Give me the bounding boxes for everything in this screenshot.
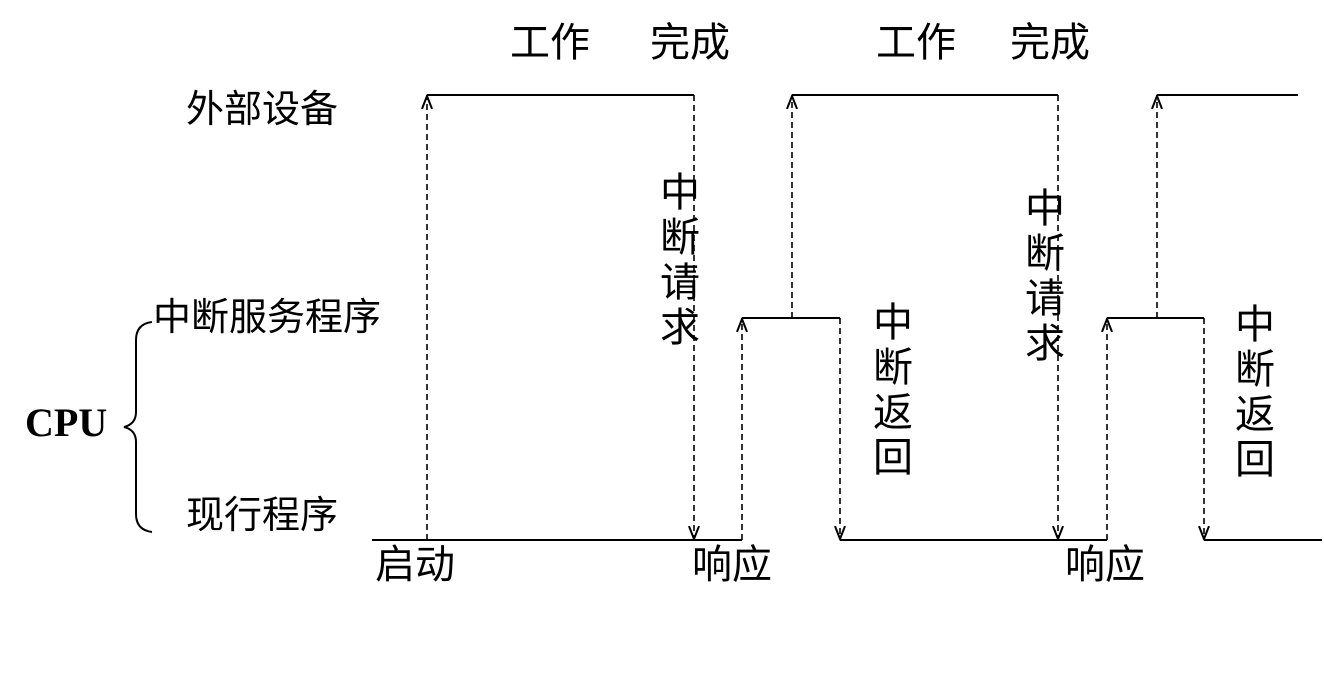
row-label-isr: 中断服务程序 xyxy=(153,295,381,339)
label-start: 启动 xyxy=(375,542,455,588)
label-work-1: 工作 xyxy=(510,20,590,66)
row-label-cpu: CPU xyxy=(25,400,107,445)
label-respond-1: 响应 xyxy=(692,542,772,588)
label-interrupt-return-1: 中断返回 xyxy=(873,300,913,481)
label-done-1: 完成 xyxy=(650,20,730,66)
cpu-brace xyxy=(123,321,153,533)
label-interrupt-request-2: 中断请求 xyxy=(1025,186,1065,367)
row-label-device: 外部设备 xyxy=(186,87,338,131)
label-work-2: 工作 xyxy=(876,20,956,66)
label-interrupt-return-2: 中断返回 xyxy=(1235,302,1275,483)
label-respond-2: 响应 xyxy=(1065,542,1145,588)
row-label-current: 现行程序 xyxy=(186,493,338,537)
label-interrupt-request-1: 中断请求 xyxy=(660,170,700,351)
label-done-2: 完成 xyxy=(1010,20,1090,66)
interrupt-timing-diagram: 工作 完成 工作 完成 外部设备 中断服务程序 现行程序 CPU 启动 响应 响… xyxy=(25,20,1322,588)
